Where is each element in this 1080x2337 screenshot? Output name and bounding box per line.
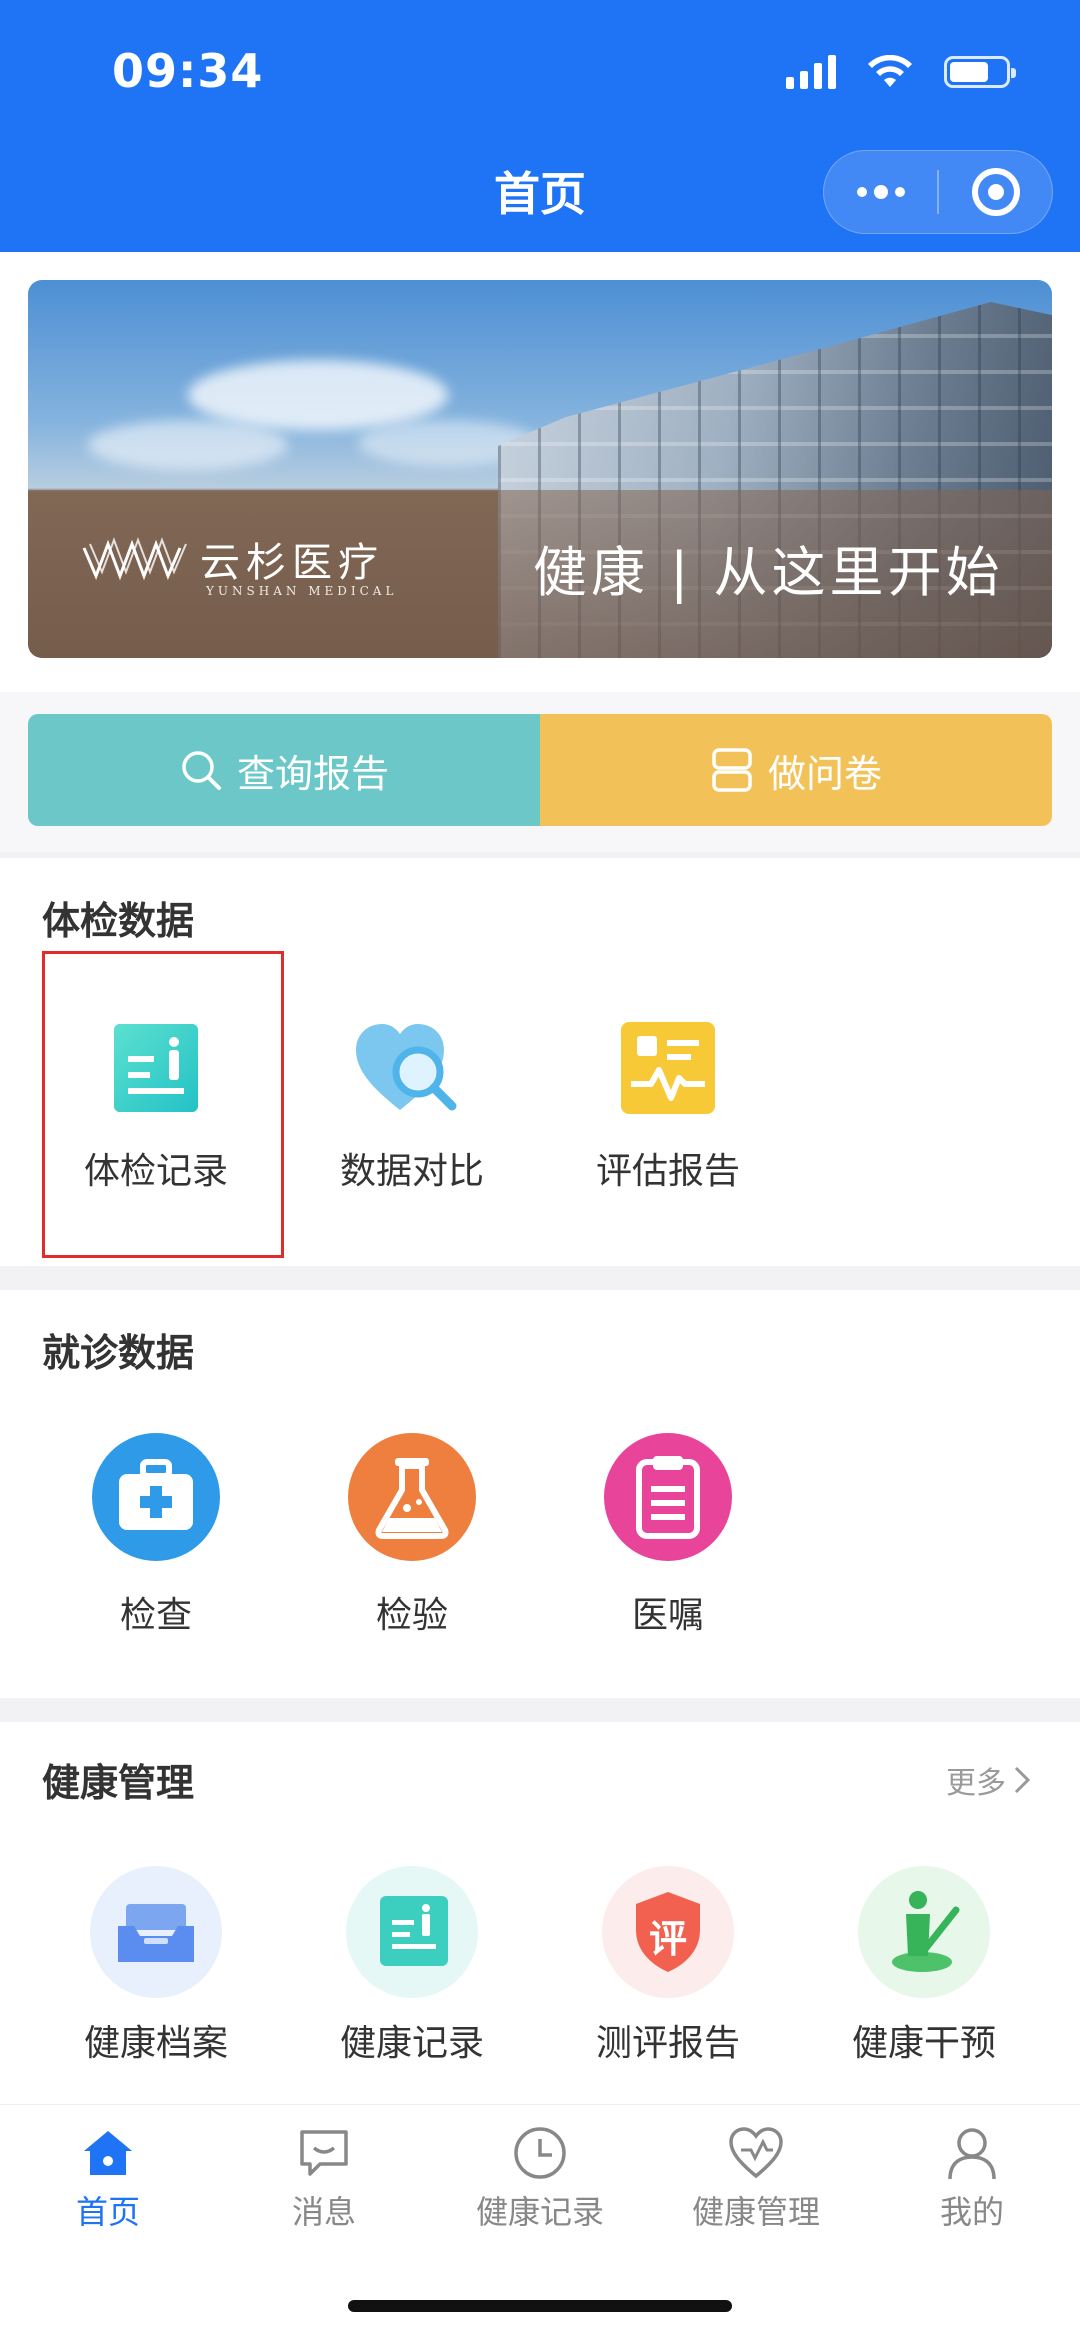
heart-pulse-icon [648,2123,864,2183]
more-label: 更多 [946,1766,1006,1801]
more-menu-button[interactable] [824,151,937,233]
evaluation-report-label: 测评报告 [595,2023,740,2064]
health-record-label: 健康记录 [339,2023,484,2064]
quick-actions: 查询报告 做问卷 [28,714,1052,826]
banner-slogan: 健康 | 从这里开始 [533,541,1004,604]
health-archive-item[interactable]: 健康档案 [56,1864,256,2066]
home-icon [0,2123,216,2183]
health-intervention-label: 健康干预 [851,2023,996,2064]
status-time: 09:34 [112,44,264,98]
medical-order-label: 医嘱 [631,1595,704,1636]
exam-record-icon [56,1018,256,1118]
section-title: 健康管理 [42,1761,195,1805]
examination-item[interactable]: 检查 [56,1432,256,1638]
evaluation-badge: 评 [648,1917,687,1961]
questionnaire-button[interactable]: 做问卷 [540,714,1052,826]
section-title: 就诊数据 [42,1331,195,1375]
mini-program-capsule [823,150,1053,234]
survey-icon [712,748,752,792]
tab-label: 健康管理 [691,2193,820,2231]
search-icon [182,751,221,790]
clipboard-icon [568,1432,768,1562]
tab-label: 我的 [939,2193,1004,2231]
target-icon [971,168,1020,216]
section-title: 体检数据 [42,899,195,943]
user-icon [864,2123,1080,2183]
cloud-shape [188,360,448,430]
intervention-icon [824,1864,1024,2000]
exam-record-item[interactable]: 体检记录 [56,1018,256,1194]
lab-test-item[interactable]: 检验 [312,1432,512,1638]
clock-icon [432,2123,648,2183]
chevron-right-icon [1014,1766,1031,1794]
examination-label: 检查 [119,1595,192,1636]
evaluation-report-item[interactable]: 评 测评报告 [568,1864,768,2066]
health-archive-label: 健康档案 [83,2023,228,2064]
more-link[interactable]: 更多 [946,1758,1032,1802]
query-report-label: 查询报告 [236,751,389,796]
exam-record-label: 体检记录 [83,1151,228,1192]
message-icon [216,2123,432,2183]
assessment-report-icon [568,1018,768,1118]
questionnaire-label: 做问卷 [767,751,882,796]
tab-label: 首页 [75,2193,140,2231]
banner[interactable]: 云杉医疗 YUNSHAN MEDICAL 健康 | 从这里开始 [28,280,1052,658]
tab-health-management[interactable]: 健康管理 [648,2123,864,2233]
home-indicator [348,2300,732,2312]
top-bar: 09:34 首页 [0,0,1080,252]
medical-kit-icon [56,1432,256,1562]
tab-messages[interactable]: 消息 [216,2123,432,2233]
health-intervention-item[interactable]: 健康干预 [824,1864,1024,2066]
assessment-report-label: 评估报告 [595,1151,740,1192]
tab-label: 消息 [291,2193,356,2231]
brand-logo-icon [82,537,187,581]
lab-test-label: 检验 [375,1595,448,1636]
health-archive-icon [56,1864,256,2000]
health-record-item[interactable]: 健康记录 [312,1864,512,2066]
evaluation-shield-icon: 评 [568,1864,768,2000]
brand-name-en: YUNSHAN MEDICAL [206,584,398,598]
signal-icon [786,55,836,89]
tab-label: 健康记录 [475,2193,604,2231]
query-report-button[interactable]: 查询报告 [28,714,540,826]
health-record-icon [312,1864,512,2000]
cloud-shape [88,420,288,470]
medical-order-item[interactable]: 医嘱 [568,1432,768,1638]
data-compare-item[interactable]: 数据对比 [312,1018,512,1194]
assessment-report-item[interactable]: 评估报告 [568,1018,768,1194]
battery-icon [944,56,1016,88]
data-compare-label: 数据对比 [339,1151,484,1192]
status-icons [786,52,1016,92]
tab-health-record[interactable]: 健康记录 [432,2123,648,2233]
tab-home[interactable]: 首页 [0,2123,216,2233]
wifi-icon [868,55,912,87]
close-program-button[interactable] [939,151,1052,233]
tab-profile[interactable]: 我的 [864,2123,1080,2233]
brand-name-cn: 云杉医疗 [200,540,384,586]
more-dots-icon [856,185,905,199]
flask-icon [312,1432,512,1562]
heart-search-icon [312,1018,512,1118]
